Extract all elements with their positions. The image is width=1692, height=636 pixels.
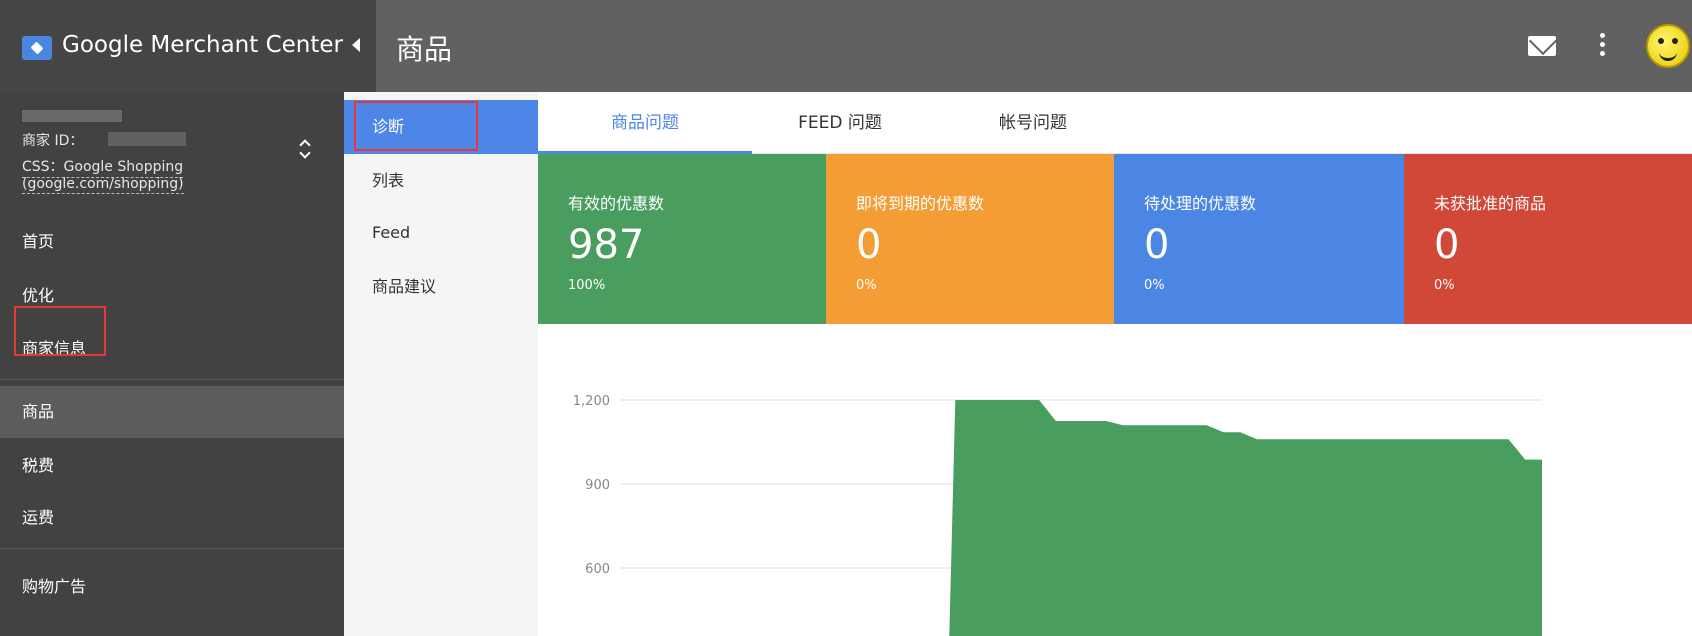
more-vert-icon[interactable] bbox=[1598, 33, 1606, 61]
sidebar-item-products[interactable]: 商品 bbox=[0, 386, 344, 438]
kpi-percent: 0% bbox=[1434, 278, 1455, 293]
account-name-redacted bbox=[22, 110, 122, 122]
area-series bbox=[949, 400, 1542, 636]
avatar[interactable] bbox=[1646, 24, 1690, 68]
brand-name: Google Merchant Center bbox=[62, 32, 343, 58]
kpi-percent: 0% bbox=[856, 278, 877, 293]
kpi-percent: 0% bbox=[1144, 278, 1165, 293]
kpi-expiring-offers[interactable]: 即将到期的优惠数 0 0% bbox=[826, 154, 1114, 324]
kpi-pending-offers[interactable]: 待处理的优惠数 0 0% bbox=[1114, 154, 1404, 324]
kpi-value: 0 bbox=[1434, 222, 1460, 268]
kpi-title: 即将到期的优惠数 bbox=[856, 194, 985, 213]
sidebar-divider bbox=[0, 379, 344, 380]
sidebar-divider bbox=[0, 548, 344, 549]
tab-feed-issues[interactable]: FEED 问题 bbox=[752, 92, 928, 154]
merchant-id-redacted bbox=[108, 132, 186, 146]
subnav-item-product-suggestions[interactable]: 商品建议 bbox=[344, 260, 538, 314]
subnav-item-feed[interactable]: Feed bbox=[344, 206, 538, 260]
merchant-center-logo-icon bbox=[22, 36, 52, 60]
sidebar-item-tax[interactable]: 税费 bbox=[0, 442, 344, 490]
issue-tabs: 商品问题 FEED 问题 帐号问题 bbox=[538, 92, 1692, 154]
merchant-id-label: 商家 ID： bbox=[22, 133, 84, 149]
y-tick-label: 900 bbox=[585, 478, 610, 493]
account-switch-icon[interactable] bbox=[298, 138, 312, 160]
sidebar-item-optimize[interactable]: 优化 bbox=[0, 272, 344, 320]
kpi-value: 987 bbox=[568, 222, 645, 268]
kpi-title: 待处理的优惠数 bbox=[1144, 194, 1257, 213]
chart-svg: 1,200 900 600 bbox=[573, 394, 1542, 636]
kpi-title: 有效的优惠数 bbox=[568, 194, 665, 213]
kpi-value: 0 bbox=[1144, 222, 1170, 268]
top-app-bar: Google Merchant Center 商品 bbox=[0, 0, 1692, 92]
sidebar-item-merchant-info[interactable]: 商家信息 bbox=[0, 325, 344, 373]
kpi-value: 0 bbox=[856, 222, 882, 268]
css-line-1: CSS：Google Shopping bbox=[22, 156, 184, 178]
brand-area[interactable]: Google Merchant Center bbox=[0, 0, 376, 92]
subnav-item-diagnostics[interactable]: 诊断 bbox=[344, 100, 538, 154]
kpi-percent: 100% bbox=[568, 278, 606, 293]
kpi-title: 未获批准的商品 bbox=[1434, 194, 1547, 213]
css-line-2: (google.com/shopping) bbox=[22, 176, 184, 194]
sub-navigation: 诊断 列表 Feed 商品建议 bbox=[344, 92, 538, 636]
y-tick-label: 1,200 bbox=[573, 394, 610, 409]
mail-icon[interactable] bbox=[1528, 36, 1556, 56]
kpi-disapproved-products[interactable]: 未获批准的商品 0 0% bbox=[1404, 154, 1692, 324]
sidebar-item-shopping-ads[interactable]: 购物广告 bbox=[0, 563, 344, 611]
tab-product-issues[interactable]: 商品问题 bbox=[538, 92, 752, 154]
sidebar-item-shipping[interactable]: 运费 bbox=[0, 494, 344, 542]
sidebar-item-home[interactable]: 首页 bbox=[0, 218, 344, 266]
y-tick-label: 600 bbox=[585, 562, 610, 577]
products-trend-chart: 1,200 900 600 bbox=[538, 324, 1692, 636]
left-sidebar: 商家 ID： CSS：Google Shopping (google.com/s… bbox=[0, 92, 344, 636]
subnav-item-list[interactable]: 列表 bbox=[344, 154, 538, 208]
main-content: 商品问题 FEED 问题 帐号问题 有效的优惠数 987 100% 即将到期的优… bbox=[538, 92, 1692, 636]
tab-account-issues[interactable]: 帐号问题 bbox=[958, 92, 1108, 154]
kpi-active-offers[interactable]: 有效的优惠数 987 100% bbox=[538, 154, 826, 324]
chevron-left-icon[interactable] bbox=[352, 38, 360, 52]
page-title: 商品 bbox=[396, 33, 453, 66]
